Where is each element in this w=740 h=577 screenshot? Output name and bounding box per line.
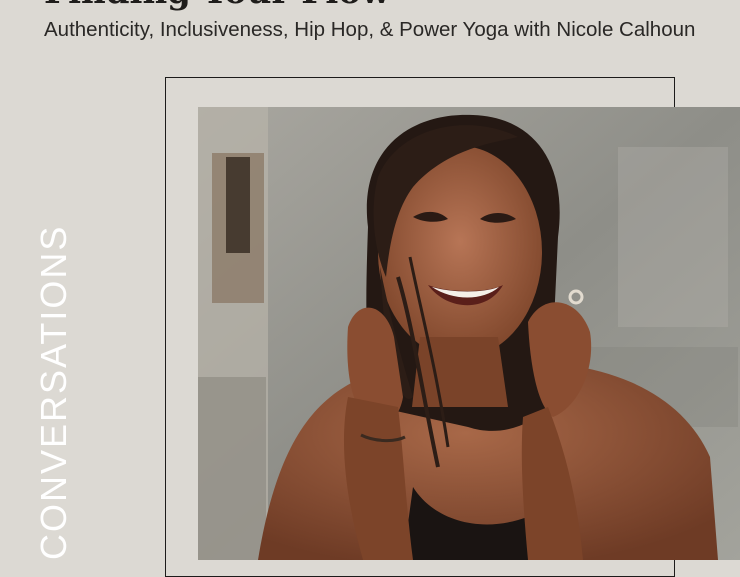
page-subtitle: Authenticity, Inclusiveness, Hip Hop, & … <box>44 18 696 41</box>
page-title: Finding Your Flow <box>44 0 390 12</box>
vertical-section-label: CONVERSATIONS <box>33 224 74 560</box>
portrait-photo <box>198 107 740 560</box>
